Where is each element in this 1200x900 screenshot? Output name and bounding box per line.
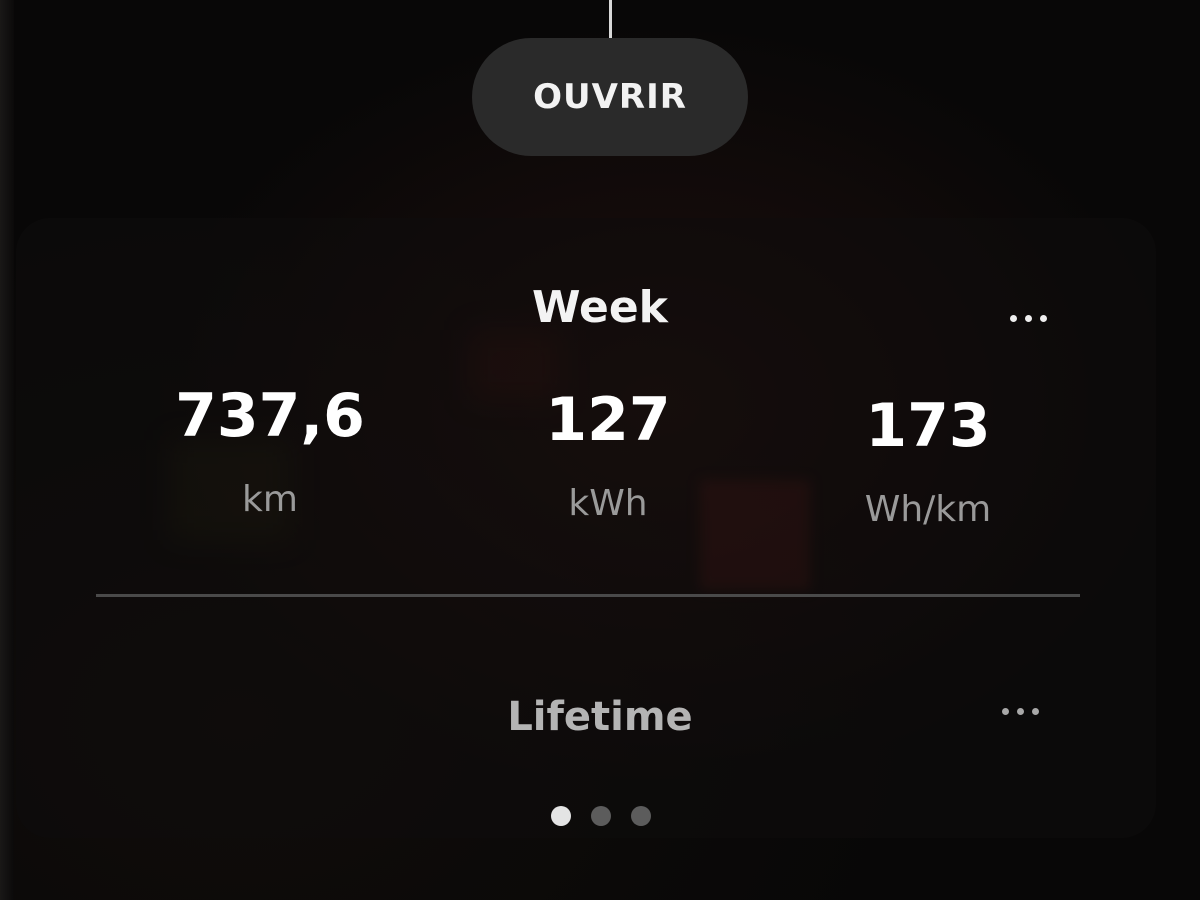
page-dot-3[interactable] [631,806,651,826]
energy-value: 127 [545,385,671,455]
trip-screen: OUVRIR Week 737,6 km 127 kWh 173 Wh/km L… [0,0,1200,900]
open-button[interactable]: OUVRIR [472,38,748,156]
dot [1032,708,1039,715]
dot [1002,708,1009,715]
energy-stat: 127 kWh [458,390,758,522]
dot [1025,315,1032,322]
screen-bezel [0,0,14,900]
dot [1040,315,1047,322]
efficiency-stat: 173 Wh/km [778,396,1078,528]
distance-stat: 737,6 km [120,386,420,518]
distance-value: 737,6 [175,381,365,451]
dot [1010,315,1017,322]
page-dot-2[interactable] [591,806,611,826]
energy-unit: kWh [568,483,648,524]
more-options-icon[interactable] [1004,309,1053,328]
dot [1017,708,1024,715]
more-options-icon[interactable] [996,702,1045,721]
distance-unit: km [242,479,298,520]
efficiency-value: 173 [865,391,991,461]
page-dot-1[interactable] [551,806,571,826]
section-divider [96,594,1080,597]
efficiency-unit: Wh/km [864,489,992,530]
open-button-connector-line [609,0,612,38]
page-indicator [551,806,651,826]
